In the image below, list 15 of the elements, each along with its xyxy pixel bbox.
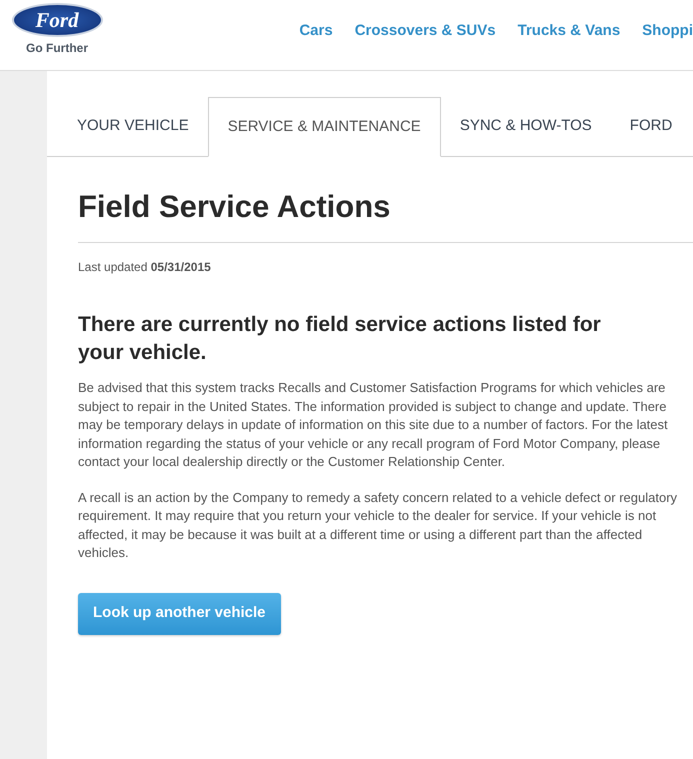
tab[interactable]: YOUR VEHICLE [58, 97, 208, 156]
nav-link[interactable]: Cars [299, 22, 333, 40]
logo-badge[interactable]: Ford [12, 3, 102, 37]
info-paragraph: A recall is an action by the Company to remedy a safety concern related to a vehicle defect or regulatory requirement. It may require that you return your vehicle to the dealer for service. If your vehicle is not affected, it may be because it was built at a different time or using a different part than the affected vehicles. [78, 488, 678, 562]
tab[interactable]: FORD [610, 97, 692, 156]
nav-link[interactable]: Crossovers & SUVs [354, 22, 496, 40]
logo-tagline: Go Further [26, 42, 88, 54]
tab[interactable]: SYNC & HOW-TOS [440, 97, 611, 156]
info-paragraph: Be advised that this system tracks Recalls and Customer Satisfaction Programs for which vehicles are subject to repair in the United States. The information provided is subject to change and update. There may be temporary delays in update of information on this site due to a number of factors. For the latest information regarding the status of your vehicle or any recall program of Ford Motor Company, please contact your local dealership directly or the Customer Relationship Center. [78, 379, 669, 471]
last-updated-text: Last updated 05/31/2015 [78, 259, 212, 275]
tab[interactable]: SERVICE & MAINTENANCE [208, 97, 441, 157]
nav-link[interactable]: Trucks & Vans [518, 22, 620, 40]
page-title: Field Service Actions [78, 189, 392, 225]
status-heading: There are currently no field service actions listed for your vehicle. [78, 312, 602, 366]
nav-link[interactable]: Shoppi [642, 22, 693, 40]
